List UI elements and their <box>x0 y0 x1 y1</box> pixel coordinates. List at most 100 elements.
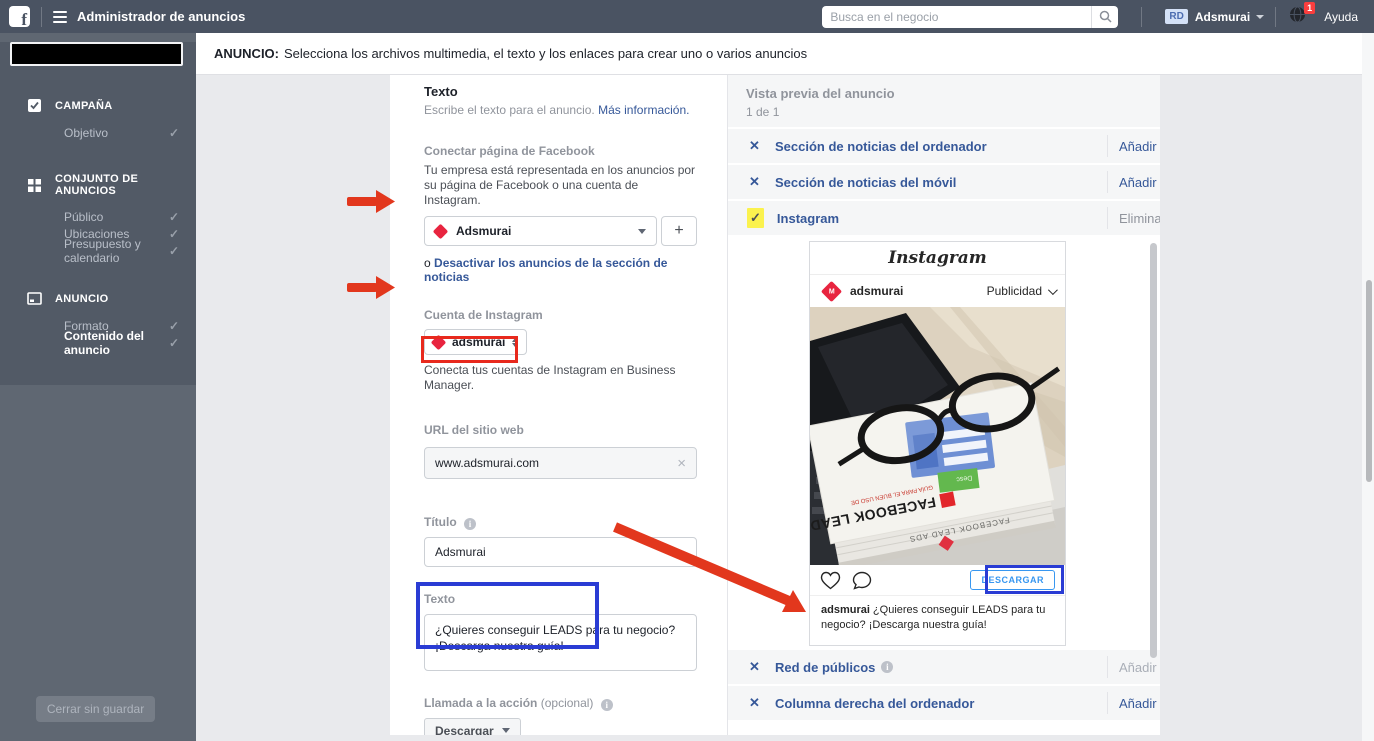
account-menu[interactable]: Adsmurai <box>1195 10 1264 24</box>
instagram-account-help: Conecta tus cuentas de Instagram en Busi… <box>424 363 697 393</box>
more-info-link[interactable]: Más información. <box>598 103 689 117</box>
cta-label: Llamada a la acción <box>424 696 537 710</box>
sponsored-menu[interactable]: Publicidad <box>987 284 1055 298</box>
adset-grid-icon <box>27 178 42 193</box>
download-cta-button[interactable]: DESCARGAR <box>970 570 1055 590</box>
remove-placement-icon[interactable]: ✕ <box>747 138 762 154</box>
notifications-globe-icon[interactable]: 1 <box>1289 6 1306 28</box>
window-scrollbar-thumb[interactable] <box>1366 280 1372 482</box>
add-placement-button[interactable]: Añadir <box>1108 696 1160 711</box>
check-icon: ✓ <box>169 244 179 258</box>
facebook-page-dropdown[interactable]: Adsmurai <box>424 216 657 246</box>
cta-optional: (opcional) <box>541 696 594 710</box>
sidebar-item-publico[interactable]: Público ✓ <box>0 208 196 225</box>
sidebar-item-contenido[interactable]: Contenido del anuncio ✓ <box>0 334 196 351</box>
chevron-down-icon <box>1256 15 1264 19</box>
check-icon: ✓ <box>169 126 179 140</box>
instagram-username[interactable]: adsmurai <box>850 284 903 298</box>
cta-value: Descargar <box>435 724 494 736</box>
instagram-logotype: Instagram <box>810 242 1065 275</box>
topbar: f Administrador de anuncios RD Adsmurai … <box>0 0 1374 33</box>
step-header: ANUNCIO: Selecciona los archivos multime… <box>196 33 1374 75</box>
info-icon[interactable]: i <box>881 661 893 673</box>
website-url-section: URL del sitio web × <box>424 423 697 479</box>
add-placement-button[interactable]: Añadir <box>1108 175 1160 190</box>
redacted-campaign-name <box>10 42 183 66</box>
topbar-divider <box>1275 7 1276 27</box>
info-icon[interactable]: i <box>601 699 613 711</box>
remove-placement-icon[interactable]: ✕ <box>747 695 762 711</box>
preview-pagination: 1 de 1 <box>746 105 1160 119</box>
topbar-divider <box>1141 7 1142 27</box>
placement-row-desktop-newsfeed: ✕ Sección de noticias del ordenador Añad… <box>728 129 1160 163</box>
sidebar-section-title: ANUNCIO <box>55 293 108 305</box>
text-section: Texto ¿Quieres conseguir LEADS para tu n… <box>424 592 697 671</box>
business-search <box>822 6 1118 28</box>
remove-placement-icon[interactable]: ✕ <box>747 659 762 675</box>
notification-count-badge: 1 <box>1304 2 1315 14</box>
ad-card-icon <box>27 291 42 306</box>
account-initials-badge: RD <box>1165 9 1187 24</box>
comment-icon[interactable] <box>852 571 872 590</box>
step-header-text: Selecciona los archivos multimedia, el t… <box>284 46 807 61</box>
ad-image: Desc FACEBOOK LEAD ADS GUÍA PARA EL BUEN… <box>810 307 1065 565</box>
adsmurai-logo-icon <box>433 223 449 239</box>
help-link[interactable]: Ayuda <box>1324 10 1358 24</box>
wizard-sidebar: CAMPAÑA Objetivo ✓ CONJUNTO DE ANUNCIOS … <box>0 33 196 741</box>
preview-header: Vista previa del anuncio 1 de 1 <box>728 75 1160 127</box>
connect-page-section: Conectar página de Facebook Tu empresa e… <box>424 144 697 284</box>
form-heading: Texto <box>424 84 697 100</box>
search-icon[interactable] <box>1091 6 1118 28</box>
title-input[interactable] <box>424 537 697 567</box>
text-input[interactable]: ¿Quieres conseguir LEADS para tu negocio… <box>424 614 697 671</box>
adsmurai-logo-icon <box>431 334 447 350</box>
add-placement-button[interactable]: Añadir <box>1108 660 1160 675</box>
menu-icon[interactable] <box>53 11 67 23</box>
clear-icon[interactable]: × <box>677 456 686 471</box>
search-input[interactable] <box>822 10 1091 24</box>
sidebar-section-title: CAMPAÑA <box>55 100 113 112</box>
placement-row-audience-network: ✕ Red de públicos i Añadir <box>728 650 1160 684</box>
selected-instagram-account: adsmurai <box>452 335 505 349</box>
facebook-logo-icon[interactable]: f <box>9 6 30 27</box>
sidebar-item-objetivo[interactable]: Objetivo ✓ <box>0 124 196 141</box>
app-title: Administrador de anuncios <box>77 9 245 24</box>
info-icon[interactable]: i <box>464 518 476 530</box>
check-icon: ✓ <box>169 227 179 241</box>
remove-placement-icon[interactable]: ✕ <box>747 174 762 190</box>
cta-section: Llamada a la acción (opcional) i Descarg… <box>424 696 697 735</box>
instagram-account-section: Cuenta de Instagram adsmurai Conecta tus… <box>424 308 697 393</box>
chevron-down-icon <box>638 229 646 234</box>
add-placement-button[interactable]: Añadir <box>1108 139 1160 154</box>
like-heart-icon[interactable] <box>820 571 841 590</box>
text-label: Texto <box>424 592 697 607</box>
cta-dropdown[interactable]: Descargar <box>424 718 521 735</box>
instagram-account-label: Cuenta de Instagram <box>424 308 697 323</box>
title-label: Título <box>424 515 457 529</box>
add-page-button[interactable]: + <box>661 216 697 246</box>
disable-prefix: o <box>424 256 431 270</box>
sidebar-section-adset: CONJUNTO DE ANUNCIOS Público ✓ Ubicacion… <box>0 173 196 259</box>
placement-row-right-column: ✕ Columna derecha del ordenador Añadir <box>728 686 1160 720</box>
website-url-field: × <box>424 447 697 479</box>
instagram-account-dropdown[interactable]: adsmurai <box>424 329 527 355</box>
ad-preview-panel: Vista previa del anuncio 1 de 1 ✕ Secció… <box>727 75 1160 735</box>
website-url-input[interactable] <box>435 456 677 470</box>
step-header-prefix: ANUNCIO: <box>214 46 279 61</box>
sidebar-item-presupuesto[interactable]: Presupuesto y calendario ✓ <box>0 242 196 259</box>
topbar-divider <box>41 7 42 27</box>
sidebar-section-title: CONJUNTO DE ANUNCIOS <box>55 173 196 197</box>
caption-username[interactable]: adsmurai <box>821 604 870 616</box>
form-subheading: Escribe el texto para el anuncio. <box>424 103 595 117</box>
sort-arrows-icon <box>512 338 518 347</box>
chevron-down-icon <box>502 728 510 733</box>
preview-scrollbar-thumb[interactable] <box>1150 243 1157 658</box>
disable-newsfeed-ads-link[interactable]: Desactivar los anuncios de la sección de… <box>424 256 667 284</box>
placement-row-mobile-newsfeed: ✕ Sección de noticias del móvil Añadir <box>728 165 1160 199</box>
remove-placement-button[interactable]: Eliminar <box>1108 211 1160 226</box>
check-icon: ✓ <box>169 319 179 333</box>
check-icon: ✓ <box>169 210 179 224</box>
placement-row-instagram: ✓ Instagram Eliminar <box>728 201 1160 235</box>
close-without-saving-button[interactable]: Cerrar sin guardar <box>36 696 155 722</box>
preview-title: Vista previa del anuncio <box>746 86 1160 101</box>
